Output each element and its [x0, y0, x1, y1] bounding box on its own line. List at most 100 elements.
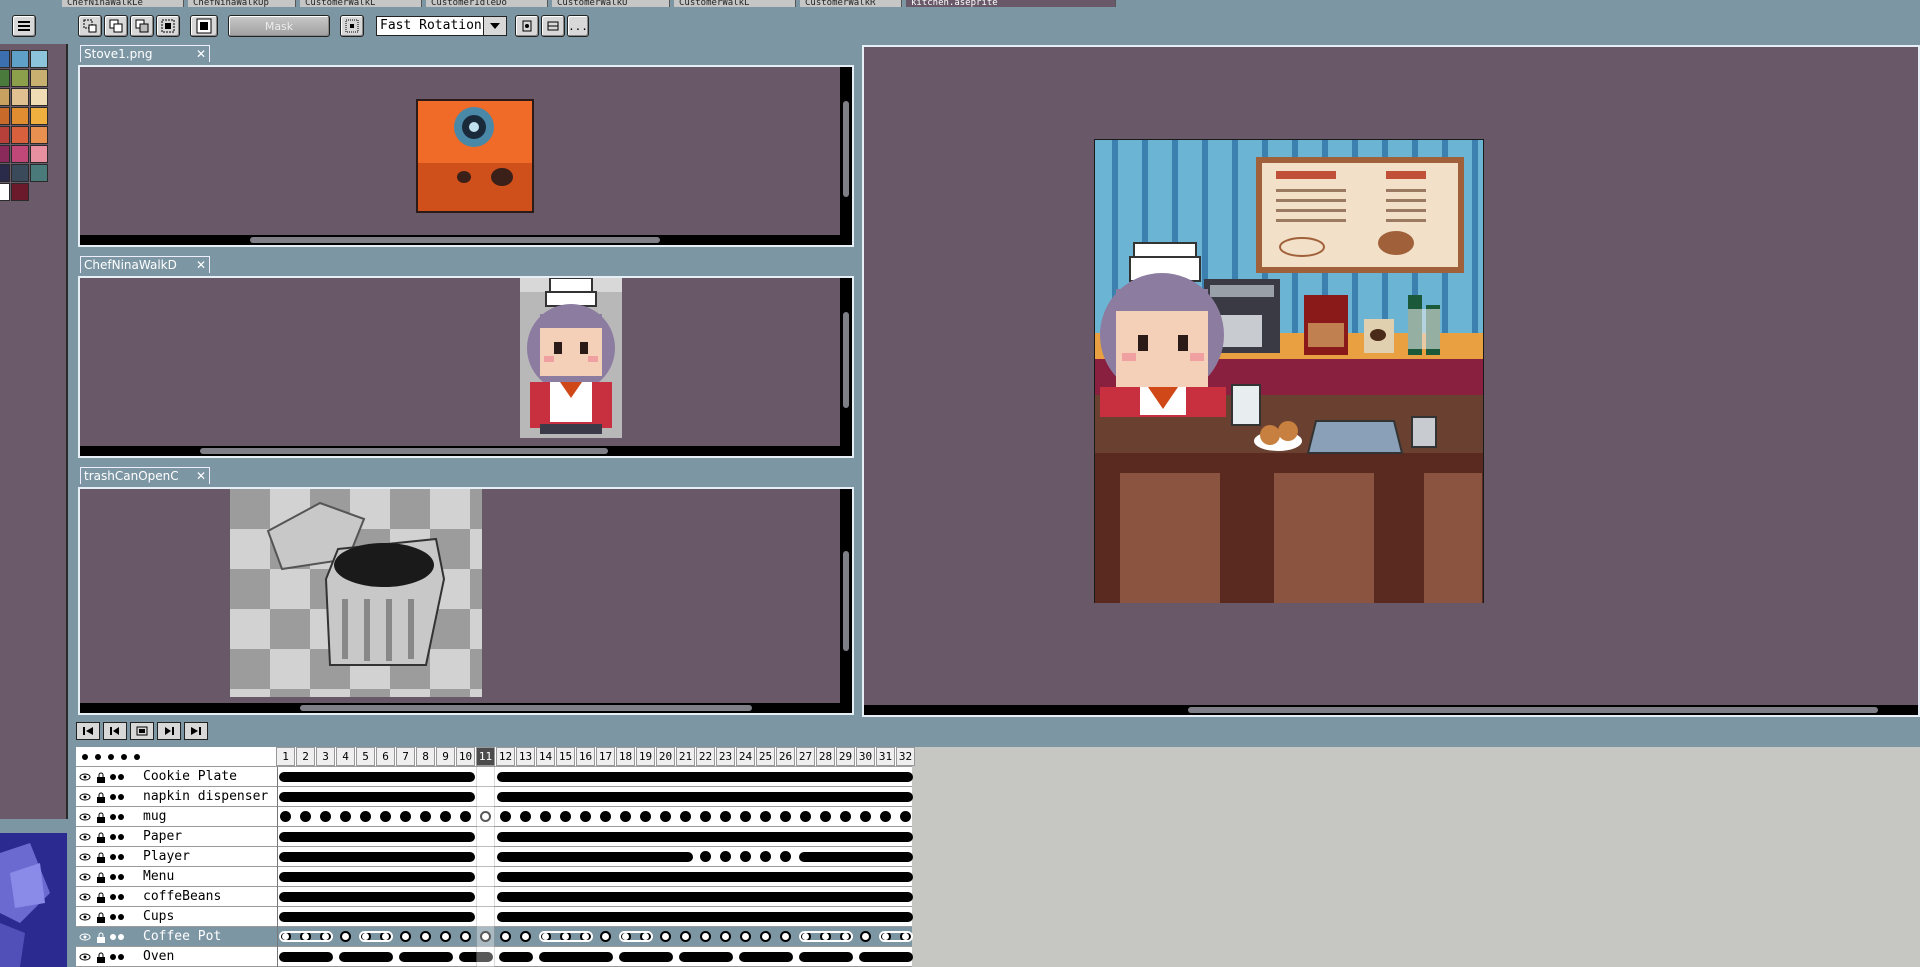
frame-header[interactable]: 27	[796, 747, 815, 766]
cel[interactable]	[320, 811, 331, 822]
frame-header[interactable]: 20	[656, 747, 675, 766]
cel[interactable]	[400, 811, 411, 822]
play-button[interactable]	[130, 722, 154, 740]
scroll-thumb[interactable]	[843, 101, 849, 197]
continuous-icon[interactable]	[110, 930, 124, 944]
cel[interactable]	[620, 811, 631, 822]
layer-name[interactable]: Menu	[140, 867, 278, 887]
frame-header[interactable]: 2	[296, 747, 315, 766]
frame-header[interactable]: 10	[456, 747, 475, 766]
cel[interactable]	[540, 811, 551, 822]
cel[interactable]	[359, 931, 393, 942]
lock-icon[interactable]	[94, 810, 108, 824]
cel[interactable]	[497, 912, 913, 922]
cel[interactable]	[680, 931, 691, 942]
continuous-icon[interactable]	[110, 830, 124, 844]
cel[interactable]	[497, 892, 913, 902]
lock-icon[interactable]	[94, 890, 108, 904]
link-cels-icon[interactable]	[130, 750, 144, 764]
file-tab[interactable]: CustomerWalkL	[674, 0, 796, 7]
cel[interactable]	[660, 811, 671, 822]
cel[interactable]	[440, 811, 451, 822]
frame-header[interactable]: 19	[636, 747, 655, 766]
layer-name[interactable]: Paper	[140, 827, 278, 847]
palette-swatch[interactable]	[11, 164, 29, 182]
palette-swatch[interactable]	[30, 107, 48, 125]
horizontal-scrollbar[interactable]	[80, 446, 852, 456]
cel[interactable]	[740, 851, 751, 862]
lock-icon[interactable]	[94, 950, 108, 964]
cel[interactable]	[279, 832, 475, 842]
cel[interactable]	[460, 931, 471, 942]
file-tab[interactable]: CustomerWalkR	[800, 0, 902, 7]
palette-swatch[interactable]	[11, 88, 29, 106]
close-icon[interactable]: ✕	[196, 257, 206, 273]
continuous-icon[interactable]	[110, 850, 124, 864]
file-tab[interactable]: kitchen.aseprite	[906, 0, 1116, 7]
cel[interactable]	[600, 931, 611, 942]
horizontal-scrollbar[interactable]	[80, 235, 852, 245]
cel[interactable]	[497, 852, 693, 862]
cel[interactable]	[840, 811, 851, 822]
cel[interactable]	[740, 931, 751, 942]
eye-icon[interactable]	[78, 930, 92, 944]
palette-swatch[interactable]	[11, 145, 29, 163]
cel[interactable]	[760, 851, 771, 862]
continuous-icon[interactable]	[110, 890, 124, 904]
eye-icon[interactable]	[78, 850, 92, 864]
frame-header[interactable]: 18	[616, 747, 635, 766]
cel[interactable]	[679, 952, 733, 962]
cel[interactable]	[680, 811, 691, 822]
lock-icon[interactable]	[94, 930, 108, 944]
cel[interactable]	[340, 931, 351, 942]
cel[interactable]	[799, 952, 853, 962]
vertical-scrollbar[interactable]	[840, 278, 852, 446]
scroll-thumb[interactable]	[843, 551, 849, 651]
frame-header[interactable]: 22	[696, 747, 715, 766]
lock-icon[interactable]	[94, 770, 108, 784]
cel[interactable]	[739, 952, 793, 962]
mask-button[interactable]: Mask	[228, 15, 330, 37]
cel[interactable]	[280, 811, 291, 822]
eye-icon[interactable]	[78, 770, 92, 784]
horizontal-scrollbar[interactable]	[80, 703, 852, 713]
frame-header[interactable]: 32	[896, 747, 915, 766]
palette-swatch[interactable]	[11, 50, 29, 68]
file-tab[interactable]: ChefNinaWalkUp	[188, 0, 296, 7]
pivot-button[interactable]	[340, 15, 364, 37]
color-wheel-preview[interactable]	[0, 833, 67, 967]
cel[interactable]	[497, 832, 913, 842]
continuous-icon[interactable]	[110, 790, 124, 804]
cel[interactable]	[440, 931, 451, 942]
horizontal-scrollbar[interactable]	[864, 705, 1918, 715]
frame-header[interactable]: 26	[776, 747, 795, 766]
cel[interactable]	[740, 811, 751, 822]
frame-header[interactable]: 16	[576, 747, 595, 766]
palette-swatch[interactable]	[0, 183, 10, 201]
frame-header[interactable]: 23	[716, 747, 735, 766]
frame-header[interactable]: 6	[376, 747, 395, 766]
palette-swatch[interactable]	[0, 126, 10, 144]
cel[interactable]	[497, 872, 913, 882]
selection-subtract-button[interactable]	[130, 15, 154, 37]
last-frame-button[interactable]	[184, 722, 208, 740]
cel[interactable]	[619, 931, 653, 942]
close-icon[interactable]: ✕	[196, 468, 206, 484]
palette-swatch[interactable]	[11, 107, 29, 125]
cel[interactable]	[520, 931, 531, 942]
continuous-icon[interactable]	[110, 870, 124, 884]
frame-header[interactable]: 29	[836, 747, 855, 766]
cel[interactable]	[539, 952, 613, 962]
doc-view-chef[interactable]	[78, 276, 854, 458]
continuous-icon[interactable]	[110, 910, 124, 924]
cel[interactable]	[420, 931, 431, 942]
vertical-scrollbar[interactable]	[840, 67, 852, 235]
vertical-scrollbar[interactable]	[840, 489, 852, 703]
cel[interactable]	[799, 931, 853, 942]
eye-icon[interactable]	[78, 950, 92, 964]
cel[interactable]	[300, 811, 311, 822]
cel[interactable]	[279, 892, 475, 902]
scroll-thumb[interactable]	[843, 312, 849, 408]
frame-header[interactable]: 3	[316, 747, 335, 766]
frame-header[interactable]: 25	[756, 747, 775, 766]
